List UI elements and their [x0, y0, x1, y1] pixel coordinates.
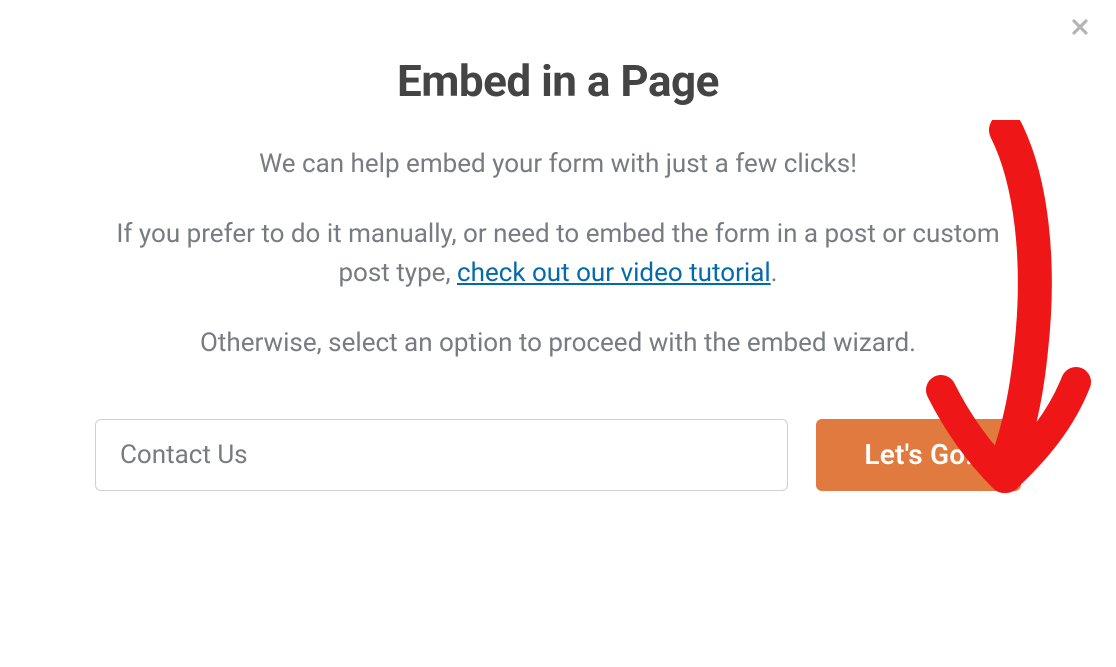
close-button[interactable] — [1066, 14, 1094, 42]
embed-modal: Embed in a Page We can help embed your f… — [0, 0, 1116, 667]
embed-form-row: Let's Go! — [95, 419, 1021, 491]
close-icon — [1070, 17, 1090, 40]
modal-hint: Otherwise, select an option to proceed w… — [95, 324, 1021, 362]
description-suffix: . — [771, 258, 778, 288]
lets-go-button[interactable]: Let's Go! — [816, 419, 1021, 491]
video-tutorial-link[interactable]: check out our video tutorial — [457, 258, 771, 288]
modal-title: Embed in a Page — [95, 55, 1021, 107]
modal-description: If you prefer to do it manually, or need… — [95, 215, 1021, 292]
modal-subtitle: We can help embed your form with just a … — [95, 145, 1021, 183]
page-name-input[interactable] — [95, 419, 788, 491]
